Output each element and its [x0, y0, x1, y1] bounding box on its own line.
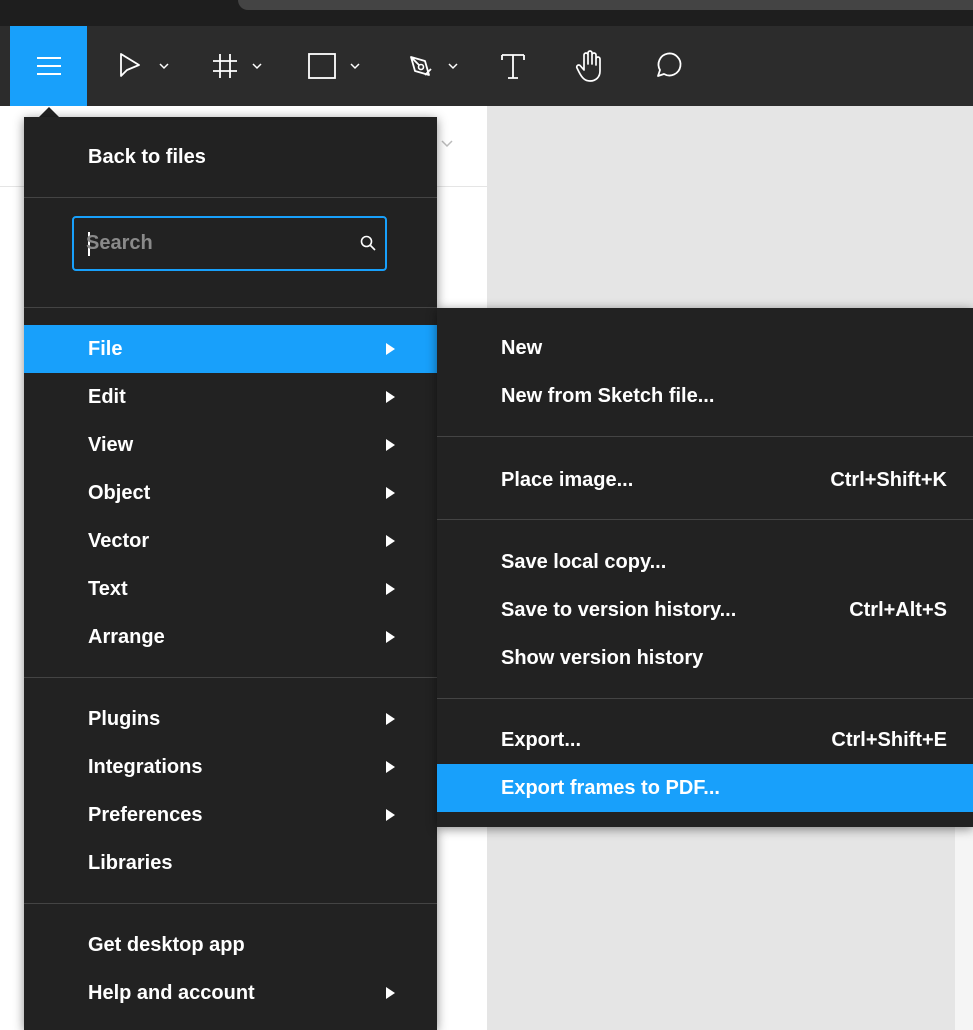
rectangle-tool-icon	[308, 53, 336, 79]
chevron-down-icon	[350, 63, 360, 70]
submenu-item-new[interactable]: New	[437, 324, 973, 372]
menu-item-label: Libraries	[88, 852, 173, 874]
menu-item-arrange[interactable]: Arrange	[24, 613, 437, 661]
canvas-edge	[955, 826, 973, 1030]
file-tab-area	[238, 0, 973, 10]
search-icon	[360, 235, 376, 251]
submenu-arrow-icon	[386, 987, 395, 999]
submenu-item-label: Place image...	[501, 469, 634, 491]
menu-item-label: Text	[88, 578, 128, 600]
submenu-item-save-local-copy[interactable]: Save local copy...	[437, 538, 973, 586]
submenu-item-label: New from Sketch file...	[501, 385, 715, 407]
shortcut-label: Ctrl+Shift+K	[830, 469, 947, 491]
menu-item-label: View	[88, 434, 134, 456]
frame-tool-icon	[213, 54, 237, 78]
text-tool-button[interactable]	[488, 26, 538, 106]
submenu-item-label: Export...	[501, 729, 582, 751]
menu-item-label: Preferences	[88, 804, 203, 826]
submenu-arrow-icon	[386, 487, 395, 499]
menu-item-file[interactable]: File	[24, 325, 437, 373]
menu-item-preferences[interactable]: Preferences	[24, 791, 437, 839]
menu-item-label: Object	[88, 482, 151, 504]
submenu-item-show-version-history[interactable]: Show version history	[437, 634, 973, 682]
chevron-down-icon	[448, 63, 458, 70]
submenu-arrow-icon	[386, 631, 395, 643]
menu-item-object[interactable]: Object	[24, 469, 437, 517]
pen-tool-button[interactable]	[397, 26, 467, 106]
submenu-item-save-to-version-history[interactable]: Save to version history... Ctrl+Alt+S	[437, 586, 973, 634]
chevron-down-icon	[252, 63, 262, 70]
menu-item-label: Integrations	[88, 756, 203, 778]
menu-item-label: Arrange	[88, 626, 165, 648]
menu-separator	[24, 677, 437, 678]
menu-item-plugins[interactable]: Plugins	[24, 695, 437, 743]
menu-item-label: Get desktop app	[88, 934, 245, 956]
submenu-separator	[437, 698, 973, 699]
menu-item-label: Plugins	[88, 708, 161, 730]
menu-separator	[24, 197, 437, 198]
submenu-arrow-icon	[386, 809, 395, 821]
text-tool-icon	[501, 54, 525, 79]
back-to-files-item[interactable]: Back to files	[24, 133, 437, 181]
submenu-arrow-icon	[386, 439, 395, 451]
menu-item-view[interactable]: View	[24, 421, 437, 469]
submenu-arrow-icon	[386, 713, 395, 725]
search-input[interactable]	[86, 218, 346, 269]
submenu-arrow-icon	[386, 391, 395, 403]
hand-tool-icon	[575, 50, 601, 82]
submenu-item-label: Export frames to PDF...	[501, 777, 720, 799]
submenu-arrow-icon	[386, 583, 395, 595]
submenu-item-label: Save to version history...	[501, 599, 737, 621]
chevron-down-icon	[159, 63, 169, 70]
move-tool-button[interactable]	[108, 26, 178, 106]
submenu-item-export-frames-to-pdf[interactable]: Export frames to PDF...	[437, 764, 973, 812]
submenu-item-label: Show version history	[501, 647, 704, 669]
submenu-arrow-icon	[386, 761, 395, 773]
submenu-separator	[437, 519, 973, 520]
menu-separator	[24, 307, 437, 308]
menu-item-get-desktop-app[interactable]: Get desktop app	[24, 921, 437, 969]
shortcut-label: Ctrl+Shift+E	[831, 729, 947, 751]
window-top-strip	[0, 0, 973, 26]
menu-separator	[24, 903, 437, 904]
back-to-files-label: Back to files	[88, 146, 206, 168]
menu-item-help-and-account[interactable]: Help and account	[24, 969, 437, 1017]
shortcut-label: Ctrl+Alt+S	[849, 599, 947, 621]
menu-item-label: Edit	[88, 386, 126, 408]
submenu-item-export[interactable]: Export... Ctrl+Shift+E	[437, 716, 973, 764]
submenu-item-label: Save local copy...	[501, 551, 667, 573]
comment-tool-icon	[657, 52, 682, 77]
menu-item-edit[interactable]: Edit	[24, 373, 437, 421]
menu-item-label: Help and account	[88, 982, 255, 1004]
rectangle-tool-button[interactable]	[298, 26, 370, 106]
submenu-arrow-icon	[386, 535, 395, 547]
menu-item-integrations[interactable]: Integrations	[24, 743, 437, 791]
hand-tool-button[interactable]	[565, 26, 615, 106]
pen-tool-icon	[410, 56, 432, 76]
main-menu: Back to files File Edit View Object Vect…	[24, 117, 437, 1030]
main-menu-button[interactable]	[10, 26, 87, 106]
search-field[interactable]	[72, 216, 387, 271]
menu-item-label: File	[88, 338, 123, 360]
submenu-item-new-from-sketch[interactable]: New from Sketch file...	[437, 372, 973, 420]
menu-icon	[36, 57, 61, 75]
comment-tool-button[interactable]	[643, 26, 693, 106]
submenu-separator	[437, 436, 973, 437]
frame-tool-button[interactable]	[202, 26, 272, 106]
menu-item-label: Vector	[88, 530, 150, 552]
submenu-item-place-image[interactable]: Place image... Ctrl+Shift+K	[437, 456, 973, 504]
move-tool-icon	[120, 53, 140, 77]
file-submenu: New New from Sketch file... Place image.…	[437, 308, 973, 827]
submenu-item-label: New	[501, 337, 543, 359]
chevron-down-icon[interactable]	[440, 139, 454, 149]
menu-item-text[interactable]: Text	[24, 565, 437, 613]
menu-item-libraries[interactable]: Libraries	[24, 839, 437, 887]
menu-item-vector[interactable]: Vector	[24, 517, 437, 565]
submenu-arrow-icon	[386, 343, 395, 355]
toolbar	[0, 26, 973, 106]
